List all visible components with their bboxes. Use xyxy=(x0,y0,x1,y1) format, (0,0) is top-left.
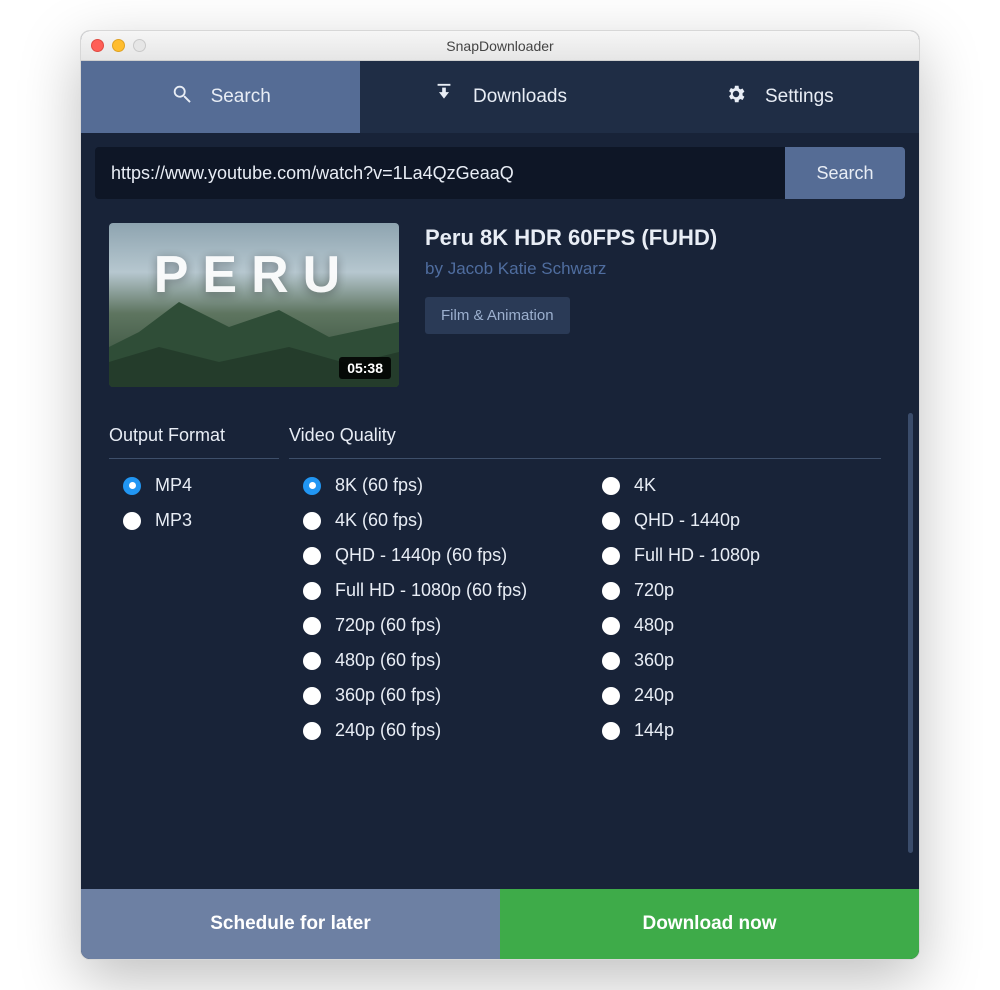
radio-option[interactable]: 360p (60 fps) xyxy=(303,685,582,706)
radio-label: 240p (60 fps) xyxy=(335,720,441,741)
radio-indicator xyxy=(123,477,141,495)
video-thumbnail[interactable]: PERU 05:38 xyxy=(109,223,399,387)
radio-label: 4K (60 fps) xyxy=(335,510,423,531)
radio-indicator xyxy=(303,477,321,495)
radio-option[interactable]: QHD - 1440p xyxy=(602,510,881,531)
tab-settings-label: Settings xyxy=(765,86,834,108)
app-window: SnapDownloader Search Downloads Settings… xyxy=(80,30,920,960)
radio-option[interactable]: MP3 xyxy=(123,510,279,531)
video-quality-list: 8K (60 fps) 4K 4K (60 fps) QHD - 1440p QHD -… xyxy=(289,475,881,741)
author-prefix: by xyxy=(425,259,448,278)
radio-label: 144p xyxy=(634,720,674,741)
radio-indicator xyxy=(303,512,321,530)
tab-search[interactable]: Search xyxy=(81,61,360,133)
radio-option[interactable]: 240p (60 fps) xyxy=(303,720,582,741)
radio-option[interactable]: QHD - 1440p (60 fps) xyxy=(303,545,582,566)
radio-indicator xyxy=(602,477,620,495)
radio-indicator xyxy=(303,687,321,705)
radio-option[interactable]: 480p xyxy=(602,615,881,636)
primary-tabs: Search Downloads Settings xyxy=(81,61,919,133)
gear-icon xyxy=(725,83,747,111)
video-duration: 05:38 xyxy=(339,357,391,379)
search-icon xyxy=(171,83,193,111)
video-quality-heading: Video Quality xyxy=(289,425,881,459)
window-title: SnapDownloader xyxy=(81,38,919,54)
radio-label: 360p (60 fps) xyxy=(335,685,441,706)
output-format-list: MP4 MP3 xyxy=(109,475,279,531)
download-now-button[interactable]: Download now xyxy=(500,889,919,959)
radio-indicator xyxy=(602,617,620,635)
radio-indicator xyxy=(602,547,620,565)
schedule-button[interactable]: Schedule for later xyxy=(81,889,500,959)
radio-label: 480p (60 fps) xyxy=(335,650,441,671)
titlebar: SnapDownloader xyxy=(81,31,919,61)
author-name: Jacob Katie Schwarz xyxy=(448,259,607,278)
radio-label: Full HD - 1080p xyxy=(634,545,760,566)
radio-option[interactable]: 240p xyxy=(602,685,881,706)
video-meta: Peru 8K HDR 60FPS (FUHD) by Jacob Katie … xyxy=(425,223,717,387)
output-format-heading: Output Format xyxy=(109,425,279,459)
radio-label: Full HD - 1080p (60 fps) xyxy=(335,580,527,601)
radio-option[interactable]: 144p xyxy=(602,720,881,741)
radio-label: 720p (60 fps) xyxy=(335,615,441,636)
radio-option[interactable]: 4K (60 fps) xyxy=(303,510,582,531)
radio-label: QHD - 1440p xyxy=(634,510,740,531)
radio-label: QHD - 1440p (60 fps) xyxy=(335,545,507,566)
result-panel: PERU 05:38 Peru 8K HDR 60FPS (FUHD) by J… xyxy=(81,213,919,889)
radio-option[interactable]: Full HD - 1080p (60 fps) xyxy=(303,580,582,601)
result-header: PERU 05:38 Peru 8K HDR 60FPS (FUHD) by J… xyxy=(109,223,891,387)
tab-search-label: Search xyxy=(211,86,271,108)
download-options: Output Format MP4 MP3 Video Quality 8K (6… xyxy=(109,425,891,741)
radio-option[interactable]: 720p (60 fps) xyxy=(303,615,582,636)
video-author[interactable]: by Jacob Katie Schwarz xyxy=(425,259,717,279)
radio-indicator xyxy=(602,582,620,600)
radio-option[interactable]: 4K xyxy=(602,475,881,496)
radio-label: 720p xyxy=(634,580,674,601)
radio-label: 240p xyxy=(634,685,674,706)
radio-option[interactable]: MP4 xyxy=(123,475,279,496)
tab-downloads-label: Downloads xyxy=(473,86,567,108)
radio-indicator xyxy=(303,617,321,635)
radio-option[interactable]: 8K (60 fps) xyxy=(303,475,582,496)
output-format-section: Output Format MP4 MP3 xyxy=(109,425,279,741)
radio-label: 480p xyxy=(634,615,674,636)
scrollbar[interactable] xyxy=(908,413,913,853)
radio-option[interactable]: 360p xyxy=(602,650,881,671)
radio-option[interactable]: 720p xyxy=(602,580,881,601)
video-category-tag[interactable]: Film & Animation xyxy=(425,297,570,334)
radio-label: 4K xyxy=(634,475,656,496)
radio-indicator xyxy=(602,652,620,670)
tab-settings[interactable]: Settings xyxy=(640,61,919,133)
search-bar: Search xyxy=(81,133,919,213)
radio-indicator xyxy=(602,512,620,530)
radio-indicator xyxy=(303,652,321,670)
video-title: Peru 8K HDR 60FPS (FUHD) xyxy=(425,225,717,251)
radio-indicator xyxy=(303,722,321,740)
video-quality-section: Video Quality 8K (60 fps) 4K 4K (60 fps) QH… xyxy=(289,425,891,741)
radio-label: MP3 xyxy=(155,510,192,531)
url-input[interactable] xyxy=(95,147,785,199)
radio-indicator xyxy=(602,687,620,705)
bottom-action-bar: Schedule for later Download now xyxy=(81,889,919,959)
radio-indicator xyxy=(303,582,321,600)
tab-downloads[interactable]: Downloads xyxy=(360,61,639,133)
radio-indicator xyxy=(303,547,321,565)
radio-indicator xyxy=(123,512,141,530)
radio-label: MP4 xyxy=(155,475,192,496)
search-button[interactable]: Search xyxy=(785,147,905,199)
radio-indicator xyxy=(602,722,620,740)
radio-label: 8K (60 fps) xyxy=(335,475,423,496)
download-icon xyxy=(433,83,455,111)
radio-option[interactable]: 480p (60 fps) xyxy=(303,650,582,671)
radio-label: 360p xyxy=(634,650,674,671)
radio-option[interactable]: Full HD - 1080p xyxy=(602,545,881,566)
